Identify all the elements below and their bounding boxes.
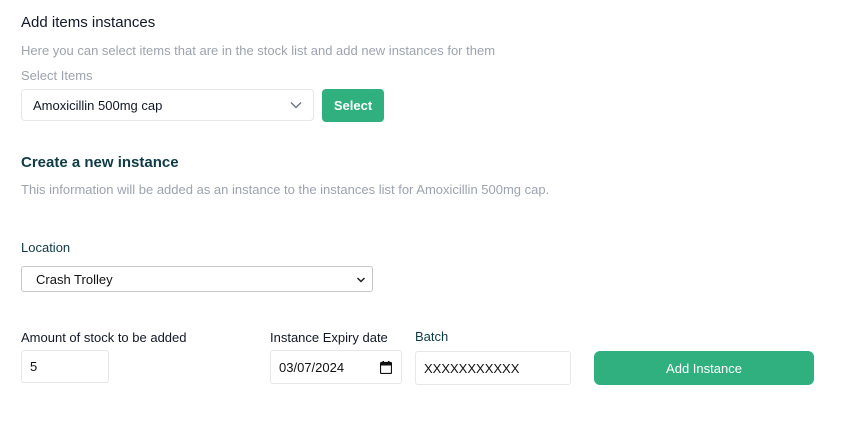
batch-input[interactable]: XXXXXXXXXXX: [415, 351, 571, 385]
expiry-date-input[interactable]: 03/07/2024: [270, 350, 402, 384]
calendar-icon[interactable]: [380, 361, 392, 374]
amount-input[interactable]: 5: [21, 350, 109, 383]
location-select-value: Crash Trolley: [36, 271, 113, 287]
location-label: Location: [21, 240, 71, 255]
expiry-date-label: Instance Expiry date: [270, 330, 388, 345]
section-title: Create a new instance: [21, 154, 179, 171]
amount-input-value: 5: [30, 359, 38, 374]
add-instance-button[interactable]: Add Instance: [594, 351, 814, 385]
batch-input-value: XXXXXXXXXXX: [424, 360, 520, 376]
select-items-label: Select Items: [21, 68, 93, 83]
chevron-down-icon: [356, 277, 366, 283]
chevron-down-icon: [290, 102, 302, 109]
select-button[interactable]: Select: [322, 89, 384, 122]
amount-label: Amount of stock to be added: [21, 330, 187, 345]
location-select[interactable]: Crash Trolley: [21, 266, 373, 292]
batch-label: Batch: [415, 329, 449, 344]
section-description: This information will be added as an ins…: [21, 182, 550, 197]
page-title: Add items instances: [21, 14, 156, 31]
page-description: Here you can select items that are in th…: [21, 43, 496, 58]
expiry-date-value: 03/07/2024: [279, 359, 345, 375]
item-select-value: Amoxicillin 500mg cap: [33, 97, 163, 113]
item-select-dropdown[interactable]: Amoxicillin 500mg cap: [21, 89, 314, 121]
